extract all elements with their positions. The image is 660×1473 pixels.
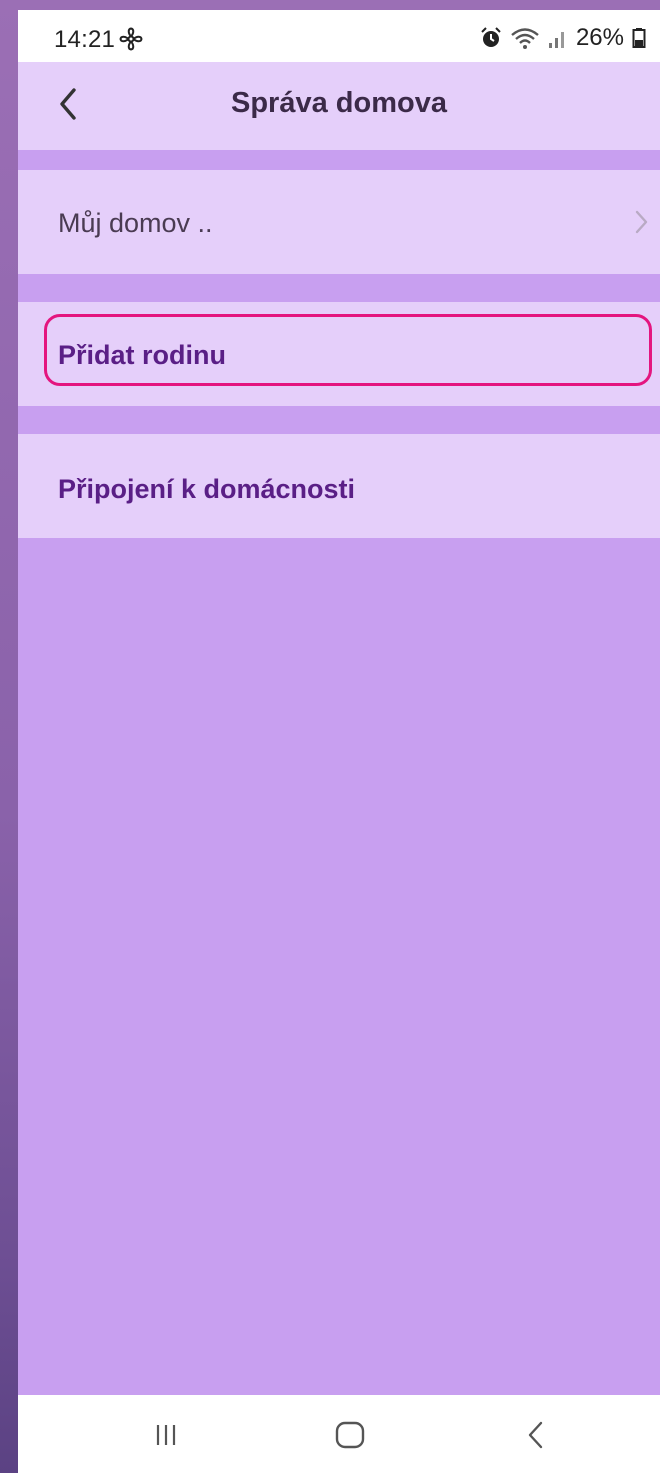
signal-icon — [548, 32, 564, 48]
app-header: Správa domova — [18, 62, 660, 150]
phone-screen: 14:21 26% Správa domova Můj domov .. Při… — [18, 10, 660, 1473]
back-icon[interactable] — [514, 1413, 558, 1457]
recents-icon[interactable] — [144, 1413, 188, 1457]
alarm-icon — [481, 27, 501, 47]
status-bar: 14:21 26% — [18, 10, 660, 62]
fan-icon — [119, 27, 143, 51]
status-time: 14:21 — [54, 26, 116, 53]
chevron-right-icon — [635, 210, 648, 234]
home-icon[interactable] — [328, 1413, 372, 1457]
page-title: Správa domova — [231, 87, 447, 119]
battery-percentage: 26% — [575, 24, 624, 51]
status-icons: 26% — [480, 24, 646, 52]
menu-item-add-family[interactable]: Přidat rodinu — [18, 302, 660, 406]
navigation-bar — [18, 1395, 660, 1473]
menu-item-my-home[interactable]: Můj domov .. — [18, 170, 660, 274]
menu-item-label: Přidat rodinu — [58, 340, 226, 370]
battery-icon — [632, 28, 646, 48]
menu-item-label: Připojení k domácnosti — [58, 474, 356, 504]
menu-item-join-household[interactable]: Připojení k domácnosti — [18, 434, 660, 538]
menu-item-label: Můj domov .. — [58, 208, 213, 238]
wifi-icon — [511, 28, 539, 49]
